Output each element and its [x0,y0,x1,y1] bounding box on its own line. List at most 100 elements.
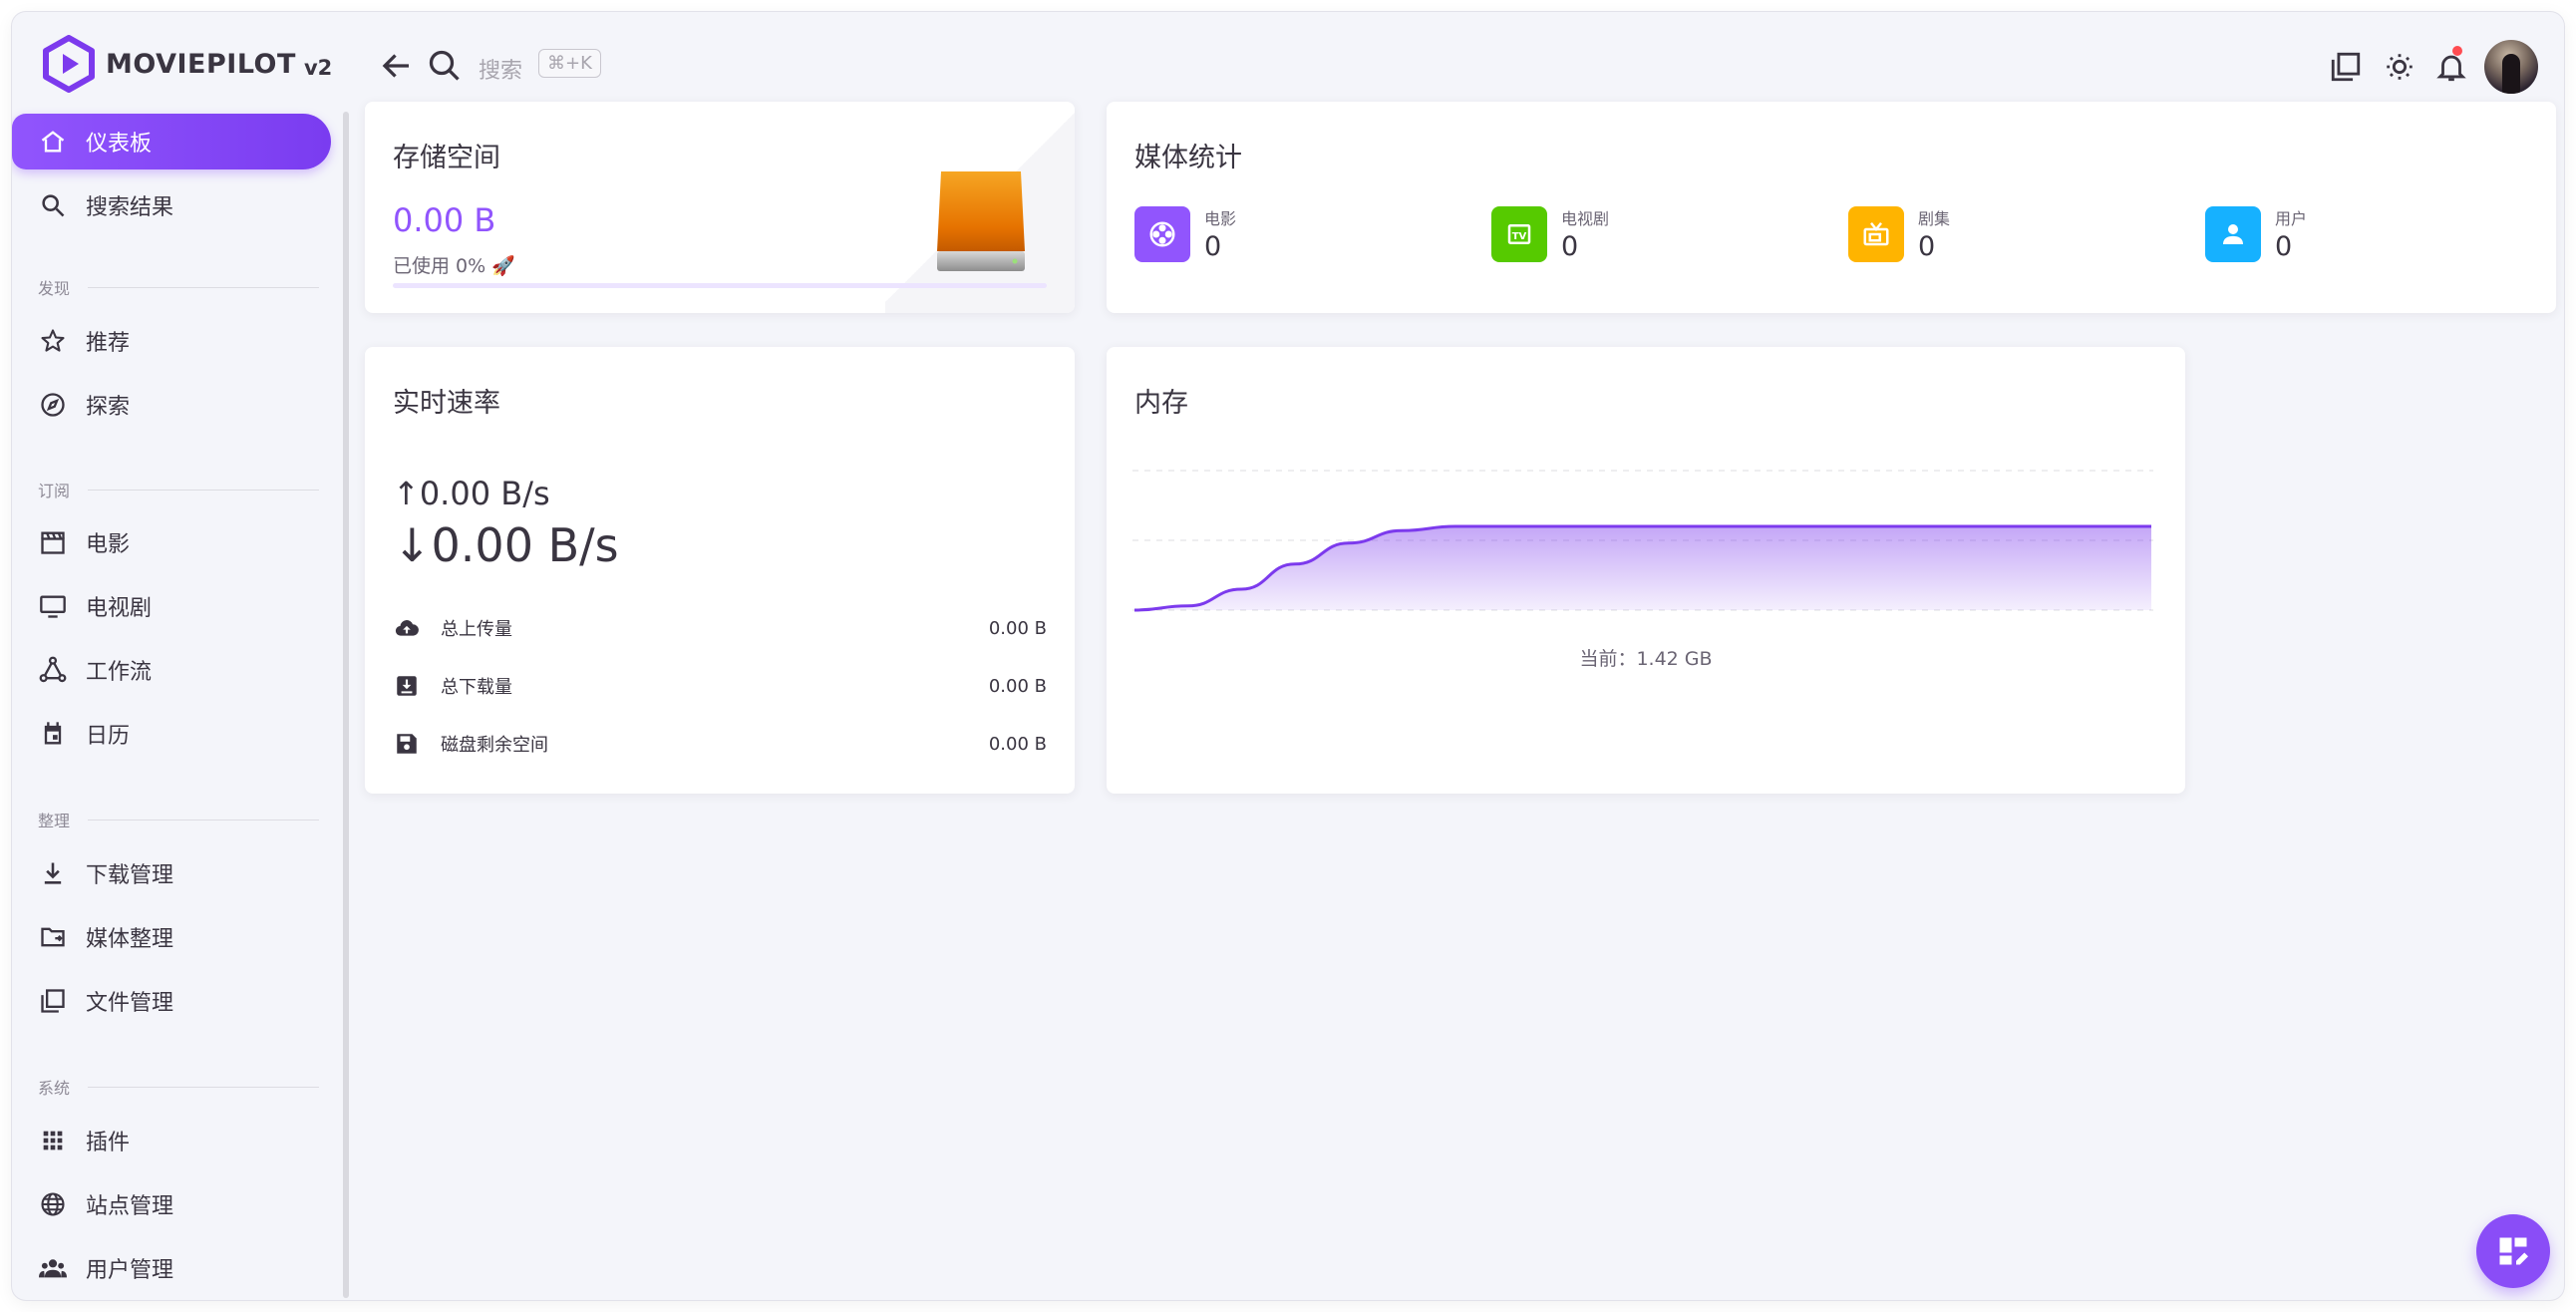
tv-retro-icon [1848,205,1904,262]
download-icon [38,858,68,888]
sidebar-item-downloads[interactable]: 下载管理 [12,845,331,901]
section-title: 系统 [38,1079,71,1098]
sidebar-item-users[interactable]: 用户管理 [12,1240,331,1296]
realtime-speed-card: 实时速率 ↑0.00 B/s ↓0.00 B/s 总上传量 0.00 B 总下载… [365,347,1075,794]
compass-icon [38,390,68,420]
sidebar-item-tv[interactable]: 电视剧 [12,578,331,634]
stat-tv[interactable]: TV 电视剧 0 [1491,205,1609,262]
copy-window-icon[interactable] [2329,50,2363,84]
workflow-icon [38,655,68,685]
sidebar-item-media-organize[interactable]: 媒体整理 [12,909,331,965]
section-title: 整理 [38,812,71,830]
stat-label: 用户 [2275,209,2308,228]
sidebar-item-label: 站点管理 [86,1194,174,1219]
moviepilot-logo-icon [43,35,95,93]
apps-grid-icon [38,1126,68,1155]
row-label: 磁盘剩余空间 [441,735,548,756]
stat-movies[interactable]: 电影 0 [1134,205,1236,262]
stat-value: 0 [1204,231,1222,262]
sidebar-item-label: 媒体整理 [86,927,174,952]
storage-card: 存储空间 0.00 B 已使用 0% 🚀 [365,102,1075,313]
sidebar-item-label: 电视剧 [86,596,153,621]
memory-current-text: 当前：1.42 GB [1579,648,1713,670]
sidebar-item-plugins[interactable]: 插件 [12,1113,331,1168]
stat-label: 剧集 [1918,209,1951,228]
hard-drive-icon [937,171,1025,271]
sidebar-item-explore[interactable]: 探索 [12,377,331,433]
sidebar-item-label: 推荐 [86,331,131,356]
stat-users[interactable]: 用户 0 [2205,205,2307,262]
app-logo[interactable]: MOVIEPILOT v2 [42,34,332,94]
svg-text:TV: TV [1512,231,1527,242]
monitor-icon [38,591,68,621]
back-arrow-icon[interactable] [379,48,415,84]
sidebar-section-organize: 整理 [38,808,319,831]
disk-free-row: 磁盘剩余空间 0.00 B [393,726,1047,762]
sidebar-item-movies[interactable]: 电影 [12,514,331,570]
users-icon [38,1253,68,1283]
sidebar-item-label: 下载管理 [86,863,174,888]
sidebar-item-label: 用户管理 [86,1258,174,1283]
sidebar-item-label: 仪表板 [86,132,153,157]
row-value: 0.00 B [988,617,1047,639]
sidebar-scrollbar[interactable] [343,112,349,1298]
search-shortcut-badge: ⌘+K [538,49,601,78]
row-label: 总下载量 [441,677,512,698]
sidebar-item-calendar[interactable]: 日历 [12,706,331,762]
media-stats-card: 媒体统计 电影 0 TV 电视剧 0 剧集 0 用户 0 [1107,102,2556,313]
edit-layout-fab-button[interactable] [2476,1214,2550,1288]
card-title: 实时速率 [393,388,500,419]
home-icon [38,127,68,157]
globe-icon [38,1189,68,1219]
sidebar-item-label: 工作流 [86,660,153,685]
sidebar-item-dashboard[interactable]: 仪表板 [12,114,331,169]
sidebar-item-workflow[interactable]: 工作流 [12,642,331,698]
search-icon [38,190,68,220]
sidebar-item-recommend[interactable]: 推荐 [12,313,331,369]
movie-clapper-icon [38,527,68,557]
row-label: 总上传量 [441,619,512,640]
avatar[interactable] [2484,40,2538,94]
memory-area-chart [1132,470,2153,612]
total-download-row: 总下载量 0.00 B [393,668,1047,704]
sidebar-section-discover: 发现 [38,275,319,299]
storage-progress-bar [393,283,1047,288]
sidebar-item-label: 文件管理 [86,991,174,1016]
app-version: v2 [303,56,333,80]
sidebar-item-sites[interactable]: 站点管理 [12,1176,331,1232]
sidebar-item-label: 探索 [86,395,131,420]
app-window: MOVIEPILOT v2 仪表板 搜索结果 发现 推荐 探索 订阅 电影 电视… [12,12,2564,1300]
storage-used-text: 已使用 0% 🚀 [393,255,515,277]
stat-label: 电影 [1204,209,1237,228]
theme-sun-icon[interactable] [2383,50,2416,84]
search-input[interactable]: 搜索 [479,53,522,85]
app-name: MOVIEPILOT [106,48,296,80]
star-icon [38,326,68,356]
sidebar-section-system: 系统 [38,1075,319,1099]
row-value: 0.00 B [988,733,1047,755]
notification-badge [2452,46,2462,56]
sidebar-item-label: 电影 [86,532,131,557]
dashboard-edit-icon [2499,1237,2528,1265]
section-title: 发现 [38,279,71,298]
storage-value: 0.00 B [393,201,496,239]
memory-card: 内存 当前：1.42 GB [1107,347,2185,794]
notification-bell-icon[interactable] [2434,50,2468,84]
chart-area-fill [1134,526,2151,610]
sidebar-item-label: 插件 [86,1131,131,1155]
cloud-upload-icon [393,614,421,642]
row-value: 0.00 B [988,675,1047,697]
total-upload-row: 总上传量 0.00 B [393,610,1047,646]
sidebar-item-search-results[interactable]: 搜索结果 [12,177,331,233]
floppy-disk-icon [393,730,421,758]
section-title: 订阅 [38,482,71,500]
sidebar-item-label: 日历 [86,724,131,749]
download-speed: ↓0.00 B/s [393,518,619,572]
folder-move-icon [38,922,68,952]
user-icon [2205,205,2261,262]
search-icon[interactable] [427,48,463,84]
stat-value: 0 [2275,231,2293,262]
stat-episodes[interactable]: 剧集 0 [1848,205,1950,262]
sidebar-item-file-manager[interactable]: 文件管理 [12,973,331,1029]
card-title: 存储空间 [393,143,500,173]
